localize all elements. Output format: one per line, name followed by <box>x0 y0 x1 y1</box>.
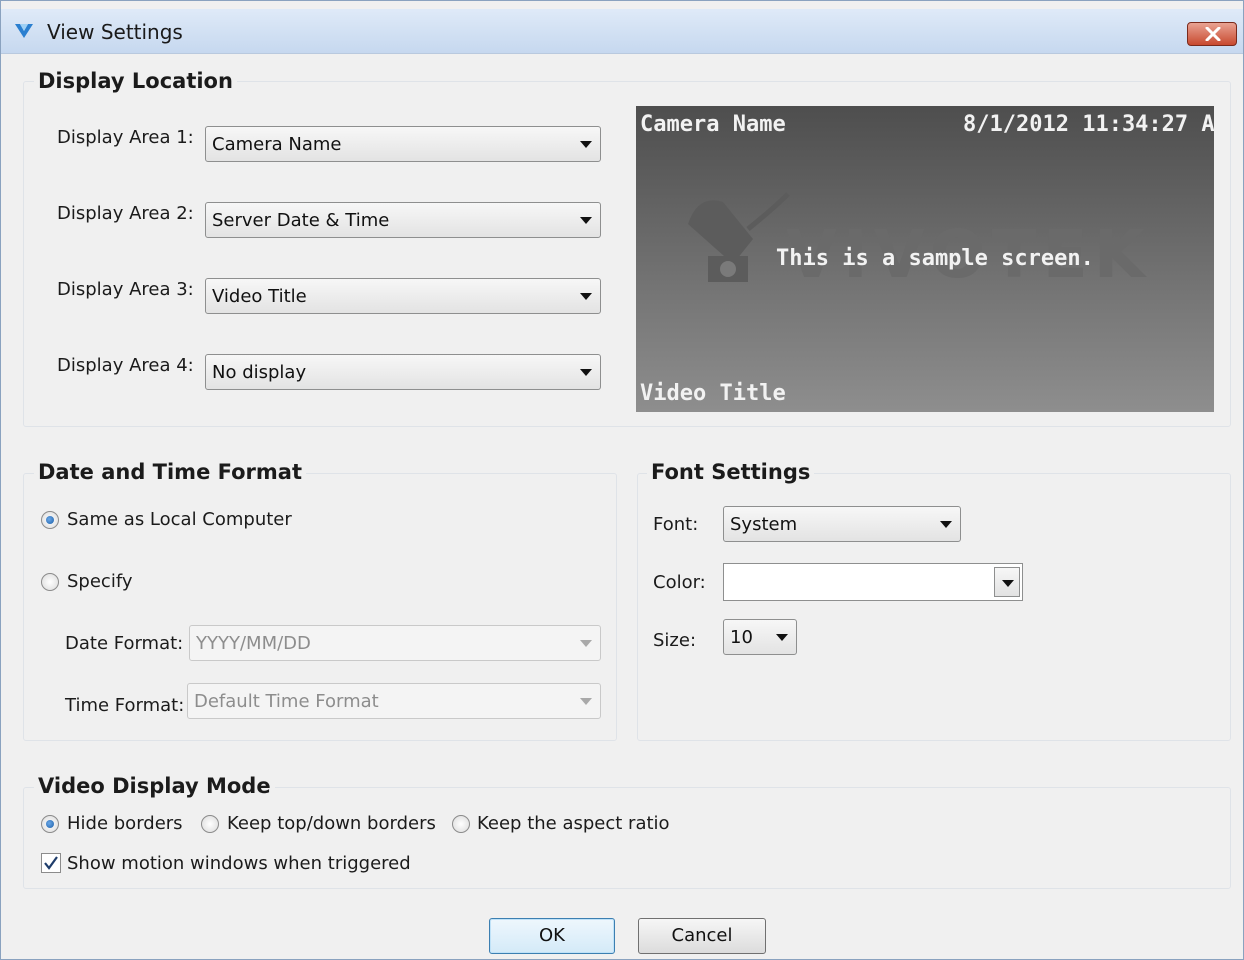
sample-preview-screen: VIVOTEK Camera Name 8/1/2012 11:34:27 AM… <box>636 106 1214 412</box>
color-dropdown-button[interactable] <box>994 567 1020 597</box>
chevron-down-icon <box>580 293 592 300</box>
close-icon <box>1205 27 1221 41</box>
color-label: Color: <box>653 572 706 593</box>
date-format-label: Date Format: <box>65 633 184 654</box>
chevron-down-icon <box>580 217 592 224</box>
date-format-value: YYYY/MM/DD <box>196 633 311 654</box>
date-time-format-legend: Date and Time Format <box>34 460 306 484</box>
checkmark-icon <box>44 856 58 870</box>
display-area-1-value: Camera Name <box>212 134 342 155</box>
font-label: Font: <box>653 514 699 535</box>
display-area-4-label: Display Area 4: <box>57 355 194 376</box>
display-area-4-select[interactable]: No display <box>205 354 601 390</box>
window-title: View Settings <box>47 20 183 44</box>
display-area-2-label: Display Area 2: <box>57 203 194 224</box>
radio-same-as-local[interactable] <box>41 511 59 529</box>
display-area-3-value: Video Title <box>212 286 307 307</box>
size-value: 10 <box>730 627 753 648</box>
chevron-down-icon <box>580 640 592 647</box>
display-location-legend: Display Location <box>34 69 237 93</box>
preview-video-title: Video Title <box>640 381 786 406</box>
close-button[interactable] <box>1187 22 1237 46</box>
preview-camera-name: Camera Name <box>640 112 786 137</box>
chevron-down-icon <box>580 141 592 148</box>
size-select[interactable]: 10 <box>723 619 797 655</box>
radio-hide-borders[interactable] <box>41 815 59 833</box>
show-motion-windows-checkbox[interactable] <box>41 853 61 873</box>
time-format-value: Default Time Format <box>194 691 379 712</box>
display-area-4-value: No display <box>212 362 307 383</box>
preview-sample-text: This is a sample screen. <box>776 246 1094 271</box>
cancel-button[interactable]: Cancel <box>638 918 766 954</box>
chevron-down-icon <box>776 634 788 641</box>
display-area-2-select[interactable]: Server Date & Time <box>205 202 601 238</box>
radio-hide-borders-label: Hide borders <box>67 813 183 834</box>
time-format-label: Time Format: <box>65 695 185 716</box>
date-format-select[interactable]: YYYY/MM/DD <box>189 625 601 661</box>
radio-keep-top-down-borders-label: Keep top/down borders <box>227 813 436 834</box>
view-settings-dialog: View Settings Display Location Display A… <box>0 0 1244 960</box>
show-motion-windows-label: Show motion windows when triggered <box>67 853 411 874</box>
preview-datetime: 8/1/2012 11:34:27 AM <box>963 112 1214 137</box>
video-display-mode-legend: Video Display Mode <box>34 774 275 798</box>
radio-keep-top-down-borders[interactable] <box>201 815 219 833</box>
font-settings-legend: Font Settings <box>647 460 815 484</box>
ok-button[interactable]: OK <box>489 918 615 954</box>
size-label: Size: <box>653 630 697 651</box>
radio-same-as-local-label: Same as Local Computer <box>67 509 292 530</box>
display-area-3-select[interactable]: Video Title <box>205 278 601 314</box>
font-select[interactable]: System <box>723 506 961 542</box>
radio-specify-label: Specify <box>67 571 133 592</box>
time-format-select[interactable]: Default Time Format <box>187 683 601 719</box>
display-area-2-value: Server Date & Time <box>212 210 390 231</box>
color-select[interactable] <box>723 563 1023 601</box>
chevron-down-icon <box>580 369 592 376</box>
display-area-1-label: Display Area 1: <box>57 127 194 148</box>
display-area-1-select[interactable]: Camera Name <box>205 126 601 162</box>
radio-specify[interactable] <box>41 573 59 591</box>
radio-keep-aspect-ratio[interactable] <box>452 815 470 833</box>
title-bar: View Settings <box>1 9 1243 54</box>
chevron-down-icon <box>580 698 592 705</box>
chevron-down-icon <box>1002 580 1014 587</box>
radio-keep-aspect-ratio-label: Keep the aspect ratio <box>477 813 670 834</box>
font-value: System <box>730 514 798 535</box>
display-area-3-label: Display Area 3: <box>57 279 194 300</box>
chevron-down-icon <box>940 521 952 528</box>
app-logo-icon <box>15 24 33 38</box>
